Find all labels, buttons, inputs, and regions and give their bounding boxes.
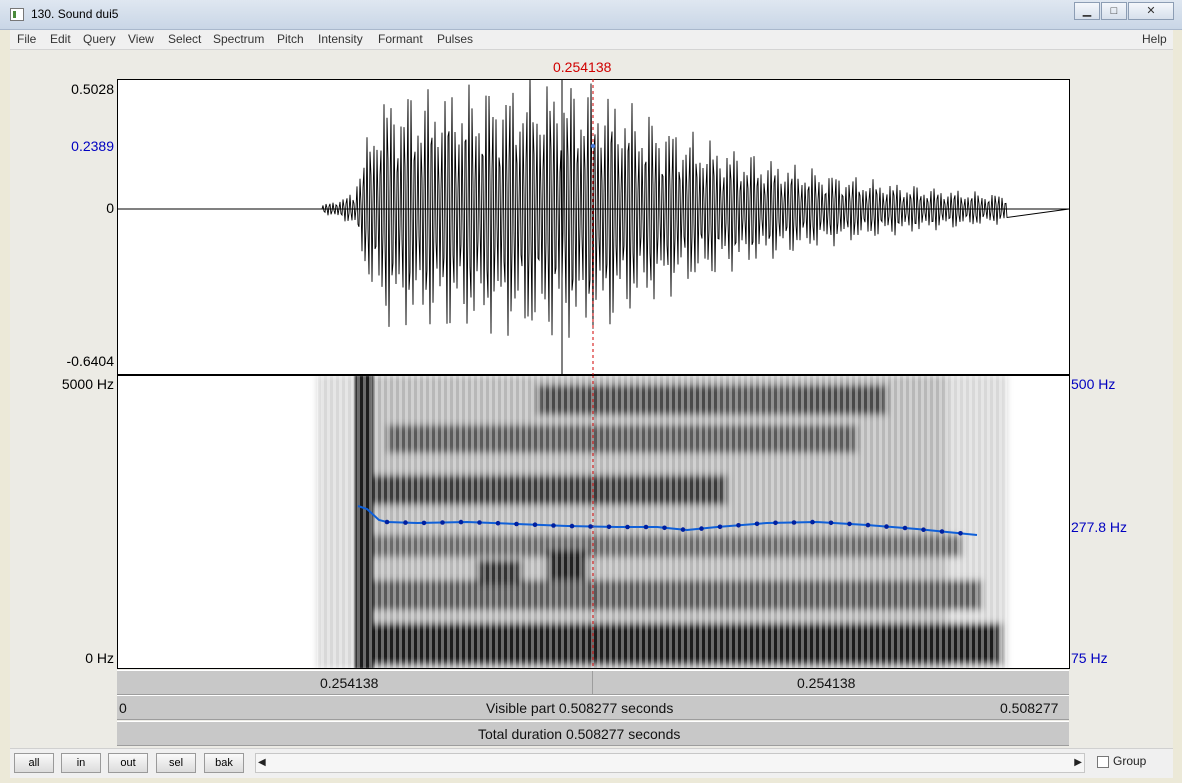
pitch-point [384,519,390,525]
window-title: 130. Sound dui5 [31,7,119,21]
menu-pulses[interactable]: Pulses [437,32,473,46]
menu-intensity[interactable]: Intensity [318,32,363,46]
pitch-point [458,519,464,525]
pitch-bottom-label: 75 Hz [1071,650,1108,666]
pitch-point [828,520,834,526]
zoom-selection-button[interactable]: sel [156,753,196,773]
title-bar: 130. Sound dui5 ▁ □ ✕ [0,0,1182,30]
scroll-left-arrow-icon[interactable]: ◀ [258,757,266,768]
pitch-point [532,522,538,527]
waveform-min-label: -0.6404 [66,353,114,369]
menu-formant[interactable]: Formant [378,32,423,46]
pitch-point [643,524,649,530]
pitch-point [477,520,482,525]
pitch-point [421,520,427,526]
pitch-point [514,521,519,527]
zoom-out-button[interactable]: out [108,753,148,773]
total-duration-band[interactable]: Total duration 0.508277 seconds [117,721,1069,746]
left-half-duration: 0.254138 [320,675,379,691]
pitch-point [495,520,501,526]
pitch-point [791,520,797,525]
pitch-point [606,524,612,530]
time-scrollbar[interactable]: ◀ ▶ [255,753,1085,773]
menu-pitch[interactable]: Pitch [277,32,304,46]
menu-view[interactable]: View [128,32,154,46]
pitch-point [736,523,741,528]
visible-part-band[interactable]: 0 Visible part 0.508277 seconds 0.508277 [117,695,1069,720]
cursor-time-label: 0.254138 [553,59,612,75]
pitch-point [569,523,575,529]
pitch-point [680,527,686,532]
menu-file[interactable]: File [17,32,36,46]
pitch-top-label: 500 Hz [1071,376,1116,392]
pitch-point [865,522,871,528]
pitch-point [717,524,723,530]
minimize-button[interactable]: ▁ [1074,2,1100,20]
zoom-all-button[interactable]: all [14,753,54,773]
pitch-point [939,529,945,534]
group-checkbox[interactable] [1097,756,1109,768]
pitch-value-label: 277.8 Hz [1071,519,1128,535]
selection-band[interactable]: 0.254138 0.254138 [117,670,1069,695]
menu-help[interactable]: Help [1142,32,1167,46]
menu-edit[interactable]: Edit [50,32,71,46]
pitch-point [551,523,556,528]
pitch-point [958,531,963,536]
group-label: Group [1113,754,1147,768]
pitch-point [921,527,926,532]
visible-start-time: 0 [119,700,127,716]
waveform-zero-label: 0 [106,200,114,216]
pitch-point [847,521,852,527]
pitch-point [773,520,778,526]
right-half-duration: 0.254138 [797,675,856,691]
pitch-point [440,520,445,525]
spectrogram-top-freq-label: 5000 Hz [61,376,114,392]
pitch-point [810,519,815,525]
spectrogram-bottom-freq-label: 0 Hz [85,650,114,666]
menu-query[interactable]: Query [83,32,116,46]
visible-end-time: 0.508277 [1000,700,1059,716]
total-duration-label: Total duration 0.508277 seconds [478,726,681,742]
zoom-in-button[interactable]: in [61,753,101,773]
pitch-point [662,525,667,531]
band-divider [592,671,593,695]
menu-bar: File Edit Query View Select Spectrum Pit… [10,30,1173,50]
close-button[interactable]: ✕ [1128,2,1174,20]
spectrogram-panel[interactable] [117,375,1070,669]
scroll-right-arrow-icon[interactable]: ▶ [1074,757,1082,768]
waveform-max-label: 0.5028 [71,81,114,97]
waveform-cursor-value-label: 0.2389 [71,138,114,154]
menu-spectrum[interactable]: Spectrum [213,32,264,46]
app-icon [10,8,24,21]
waveform-cursor-dot [590,143,596,149]
pitch-point [588,524,593,529]
maximize-button[interactable]: □ [1101,2,1127,20]
pitch-point [754,521,760,527]
pitch-point [403,520,408,525]
menu-select[interactable]: Select [168,32,201,46]
pitch-point [902,525,908,531]
pitch-point [884,524,889,529]
pitch-point [625,524,630,530]
pitch-point [699,526,704,531]
zoom-back-button[interactable]: bak [204,753,244,773]
visible-part-label: Visible part 0.508277 seconds [486,700,674,716]
waveform-panel[interactable] [117,79,1070,375]
